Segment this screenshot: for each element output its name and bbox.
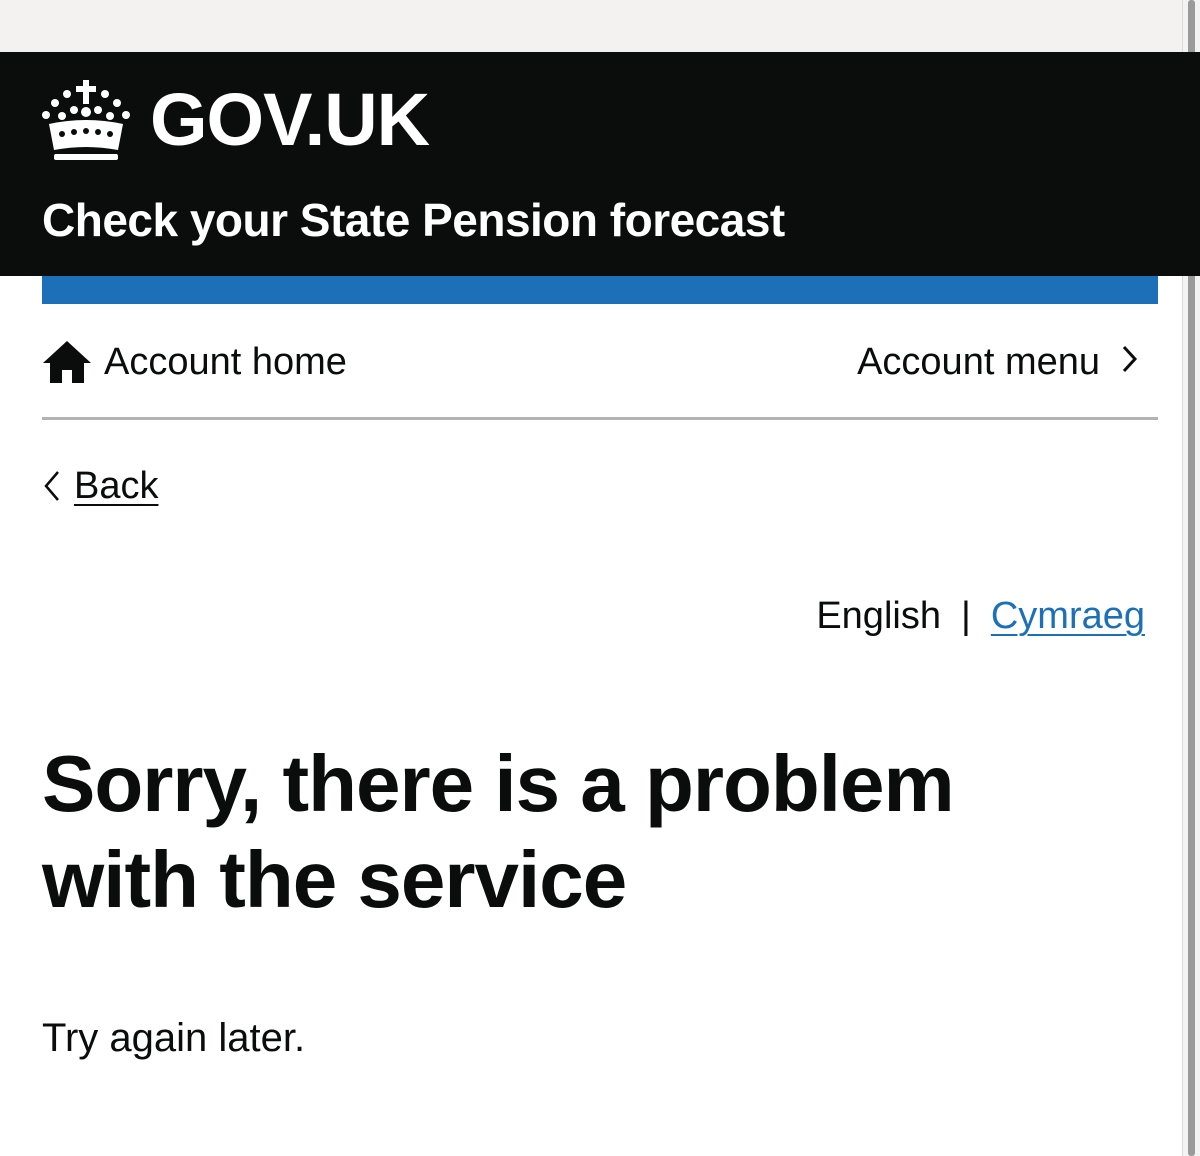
- language-current-english: English: [816, 595, 941, 637]
- govuk-logo-text: GOV.UK: [150, 78, 430, 161]
- page-title: Sorry, there is a problem with the servi…: [42, 739, 955, 924]
- govuk-logo-link[interactable]: GOV.UK: [40, 70, 430, 170]
- govuk-header: GOV.UK Check your State Pension forecast: [0, 52, 1200, 276]
- account-home-label: Account home: [104, 341, 347, 383]
- service-name-link[interactable]: Check your State Pension forecast: [42, 192, 785, 248]
- account-menu-link[interactable]: Account menu: [857, 338, 1140, 386]
- error-message: Try again later.: [42, 1016, 306, 1060]
- account-navigation: Account home Account menu: [42, 304, 1158, 420]
- chevron-left-icon: [44, 471, 59, 501]
- crown-icon: [42, 80, 130, 160]
- back-link[interactable]: Back: [42, 462, 158, 510]
- browser-chrome-strip: [0, 0, 1200, 52]
- home-icon: [43, 341, 91, 383]
- account-home-link[interactable]: Account home: [42, 338, 347, 386]
- service-navigation-bar: [42, 276, 1158, 304]
- language-toggle: English | Cymraeg: [816, 592, 1145, 640]
- account-menu-label: Account menu: [857, 341, 1100, 383]
- back-link-label: Back: [74, 465, 159, 507]
- chevron-right-icon: [1122, 345, 1138, 373]
- language-separator: |: [960, 595, 971, 637]
- language-link-cymraeg[interactable]: Cymraeg: [991, 592, 1145, 640]
